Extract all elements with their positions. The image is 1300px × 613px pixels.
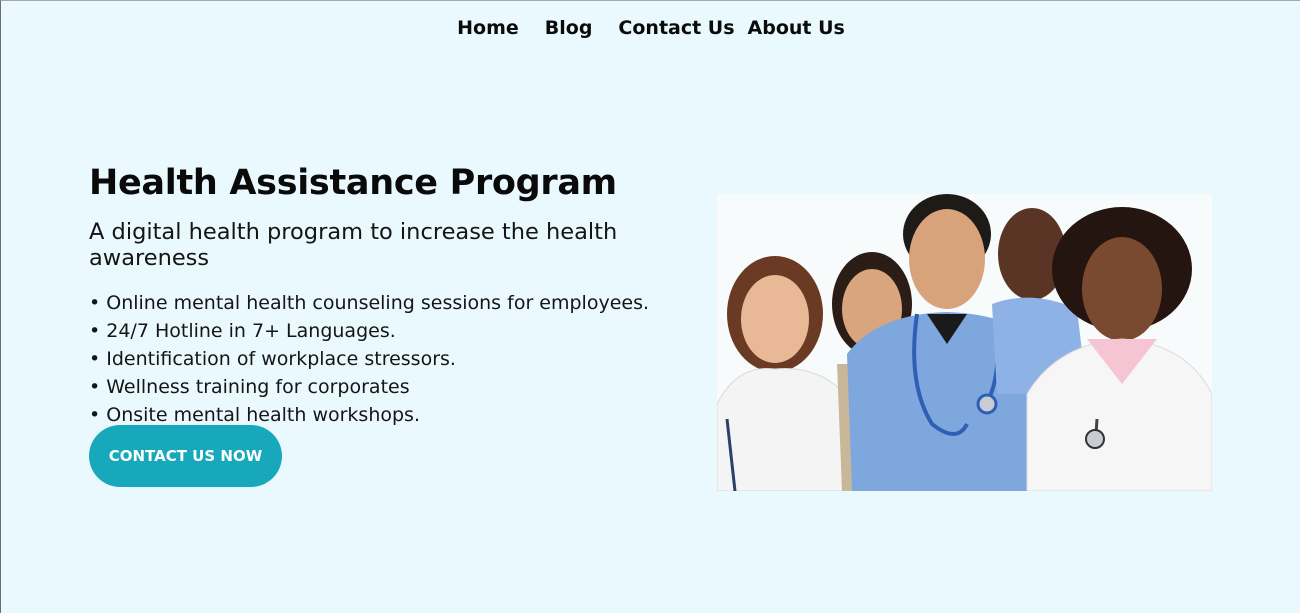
hero-section: Health Assistance Program A digital heal… (89, 163, 729, 429)
top-nav: Home Blog Contact Us About Us (1, 17, 1300, 39)
contact-us-now-button[interactable]: CONTACT US NOW (89, 425, 282, 487)
medical-team-photo (717, 194, 1212, 491)
hero-subtitle: A digital health program to increase the… (89, 219, 618, 271)
page-title: Health Assistance Program (89, 163, 617, 203)
feature-list: Online mental health counseling sessions… (89, 289, 729, 429)
feature-item: Identification of workplace stressors. (89, 345, 729, 373)
feature-item: 24/7 Hotline in 7+ Languages. (89, 317, 729, 345)
feature-item: Wellness training for corporates (89, 373, 729, 401)
nav-contact-us-link[interactable]: Contact Us (618, 17, 734, 39)
nav-blog-link[interactable]: Blog (545, 17, 593, 39)
nav-home-link[interactable]: Home (457, 17, 519, 39)
nav-about-us-link[interactable]: About Us (748, 17, 845, 39)
feature-item: Online mental health counseling sessions… (89, 289, 729, 317)
